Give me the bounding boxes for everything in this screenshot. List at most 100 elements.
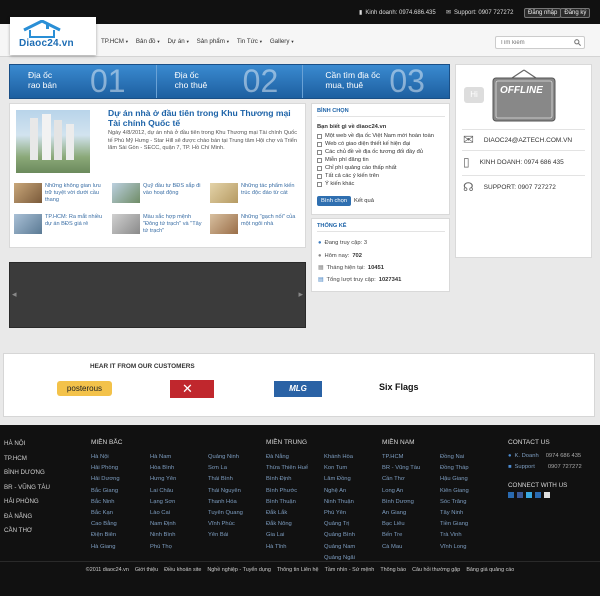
footer-city-link[interactable]: CẦN THƠ xyxy=(4,524,50,539)
footer-bottom-link[interactable]: Thông báo xyxy=(380,567,406,573)
news-item[interactable]: Màu sắc hợp mệnh "Đông tứ trạch" và "Tây… xyxy=(112,214,207,240)
footer-province-link[interactable]: Cao Bằng xyxy=(91,519,120,530)
footer-province-link[interactable]: Cà Mau xyxy=(382,542,420,553)
footer-province-link[interactable]: An Giang xyxy=(382,508,420,519)
footer-bottom-link[interactable]: Giới thiệu xyxy=(135,567,158,573)
checkbox[interactable] xyxy=(317,149,322,155)
sidebar-email[interactable]: ✉ DIAOC24@AZTECH.COM.VN xyxy=(463,132,572,148)
footer-province-link[interactable]: Yên Bái xyxy=(208,530,243,541)
facebook-icon[interactable] xyxy=(517,492,523,498)
footer-city-link[interactable]: ĐÀ NẴNG xyxy=(4,510,50,525)
checkbox[interactable] xyxy=(317,181,322,187)
logo-mlg[interactable]: MLG xyxy=(274,381,322,397)
banner-cho-thue[interactable]: Địa ốc cho thuê 02 xyxy=(157,63,304,99)
footer-province-link[interactable]: Vĩnh Phúc xyxy=(208,519,243,530)
footer-province-link[interactable]: Kiên Giang xyxy=(440,486,469,497)
footer-bottom-link[interactable]: Nghề nghiệp - Tuyển dụng xyxy=(207,567,271,573)
footer-city-link[interactable]: HẢI PHÒNG xyxy=(4,495,50,510)
footer-province-link[interactable]: Hòa Bình xyxy=(150,463,176,474)
footer-province-link[interactable]: Hà Nội xyxy=(91,452,120,463)
footer-province-link[interactable]: Trà Vinh xyxy=(440,530,469,541)
footer-province-link[interactable]: Bình Phước xyxy=(266,486,308,497)
footer-province-link[interactable]: Bình Dương xyxy=(382,497,420,508)
footer-province-link[interactable]: Hà Nam xyxy=(150,452,176,463)
footer-province-link[interactable]: Bắc Kạn xyxy=(91,508,120,519)
flickr-icon[interactable] xyxy=(535,492,541,498)
news-item[interactable]: Những tác phẩm kiến trúc độc đáo từ cát xyxy=(210,183,305,209)
footer-province-link[interactable]: Điện Biên xyxy=(91,530,120,541)
footer-province-link[interactable]: Quảng Trị xyxy=(324,519,355,530)
footer-province-link[interactable]: Kon Tum xyxy=(324,463,355,474)
footer-province-link[interactable]: Bình Định xyxy=(266,474,308,485)
footer-province-link[interactable]: Hà Giang xyxy=(91,542,120,553)
footer-bottom-link[interactable]: Câu hỏi thường gặp xyxy=(412,567,460,573)
footer-province-link[interactable]: Hưng Yên xyxy=(150,474,176,485)
footer-province-link[interactable]: Hải Phòng xyxy=(91,463,120,474)
footer-province-link[interactable]: Long An xyxy=(382,486,420,497)
footer-province-link[interactable]: Lào Cai xyxy=(150,508,176,519)
logo-posterous[interactable]: posterous xyxy=(57,381,112,396)
footer-province-link[interactable]: Vĩnh Long xyxy=(440,542,469,553)
footer-province-link[interactable]: Tuyên Quang xyxy=(208,508,243,519)
footer-province-link[interactable]: Phú Thọ xyxy=(150,542,176,553)
news-item[interactable]: Những "gạch nối" của một ngôi nhà xyxy=(210,214,305,240)
checkbox[interactable] xyxy=(317,157,322,163)
search-input[interactable] xyxy=(496,37,568,48)
offline-sign[interactable]: OFFLINE xyxy=(490,68,558,123)
footer-bottom-link[interactable]: Tầm nhìn - Sứ mệnh xyxy=(325,567,375,573)
footer-province-link[interactable]: Nghệ An xyxy=(324,486,355,497)
footer-province-link[interactable]: Thanh Hóa xyxy=(208,497,243,508)
footer-province-link[interactable]: Lai Châu xyxy=(150,486,176,497)
footer-province-link[interactable]: Đà Nẵng xyxy=(266,452,308,463)
login-button[interactable]: Đăng nhập xyxy=(524,8,562,18)
footer-province-link[interactable]: Cần Thơ xyxy=(382,474,420,485)
footer-province-link[interactable]: Lâm Đồng xyxy=(324,474,355,485)
linkedin-icon[interactable] xyxy=(508,492,514,498)
slider-prev-arrow-icon[interactable]: ◂ xyxy=(12,289,17,300)
poll-option[interactable]: Web có giao diện thiết kế hiện đại xyxy=(317,141,410,147)
footer-city-link[interactable]: BÌNH DƯƠNG xyxy=(4,466,50,481)
footer-city-link[interactable]: BR - VŨNG TÀU xyxy=(4,481,50,496)
featured-image[interactable] xyxy=(16,110,90,173)
footer-province-link[interactable]: Bình Thuận xyxy=(266,497,308,508)
footer-province-link[interactable]: Sơn La xyxy=(208,463,243,474)
footer-province-link[interactable]: Ninh Bình xyxy=(150,530,176,541)
footer-bottom-link[interactable]: Bảng giá quảng cáo xyxy=(466,567,514,573)
footer-province-link[interactable]: Tiền Giang xyxy=(440,519,469,530)
news-item[interactable]: Những không gian lưu trữ tuyệt vời dưới … xyxy=(14,183,109,209)
footer-province-link[interactable]: Nam Định xyxy=(150,519,176,530)
footer-city-link[interactable]: TP.HCM xyxy=(4,452,50,467)
nav-gallery[interactable]: Gallery ▼ xyxy=(270,38,295,45)
nav-du-an[interactable]: Dự án ▼ xyxy=(167,38,189,45)
banner-can-tim[interactable]: Cần tìm địa ốc mua, thuê 03 xyxy=(303,63,449,99)
footer-province-link[interactable]: Đắk Lắk xyxy=(266,508,308,519)
footer-province-link[interactable]: Đắk Nông xyxy=(266,519,308,530)
nav-ban-do[interactable]: Bản đồ ▼ xyxy=(136,38,161,45)
nav-tphcm[interactable]: TP.HCM ▼ xyxy=(101,38,129,45)
footer-province-link[interactable]: Đồng Nai xyxy=(440,452,469,463)
nav-san-pham[interactable]: Sản phẩm ▼ xyxy=(197,38,230,45)
footer-province-link[interactable]: Thừa Thiên Huế xyxy=(266,463,308,474)
poll-option[interactable]: Các chủ đề về địa ốc tương đối đầy đủ xyxy=(317,149,423,155)
footer-province-link[interactable]: Ninh Thuận xyxy=(324,497,355,508)
poll-option[interactable]: Ý kiến khác xyxy=(317,181,354,187)
footer-province-link[interactable]: Hậu Giang xyxy=(440,474,469,485)
footer-bottom-link[interactable]: Thông tin Liên hệ xyxy=(277,567,319,573)
footer-province-link[interactable]: Khánh Hòa xyxy=(324,452,355,463)
logo-six-flags[interactable]: Six Flags xyxy=(379,382,419,392)
footer-province-link[interactable]: Bắc Giang xyxy=(91,486,120,497)
footer-province-link[interactable]: Hải Dương xyxy=(91,474,120,485)
footer-province-link[interactable]: Thái Bình xyxy=(208,474,243,485)
footer-province-link[interactable]: Bạc Liêu xyxy=(382,519,420,530)
footer-province-link[interactable]: Lạng Sơn xyxy=(150,497,176,508)
logo-under-armour[interactable]: ✕ xyxy=(170,380,214,398)
poll-option[interactable]: Miễn phí đăng tin xyxy=(317,157,369,163)
checkbox[interactable] xyxy=(317,141,322,147)
checkbox[interactable] xyxy=(317,173,322,179)
footer-province-link[interactable]: Đồng Tháp xyxy=(440,463,469,474)
poll-option[interactable]: Một web về địa ốc Việt Nam mới hoàn toàn xyxy=(317,133,434,139)
footer-province-link[interactable]: Thái Nguyên xyxy=(208,486,243,497)
news-item[interactable]: TP.HCM: Ra mắt nhiều dự án BĐS giá rẻ xyxy=(14,214,109,240)
footer-province-link[interactable]: Sóc Trăng xyxy=(440,497,469,508)
register-button[interactable]: Đăng ký xyxy=(560,8,591,18)
